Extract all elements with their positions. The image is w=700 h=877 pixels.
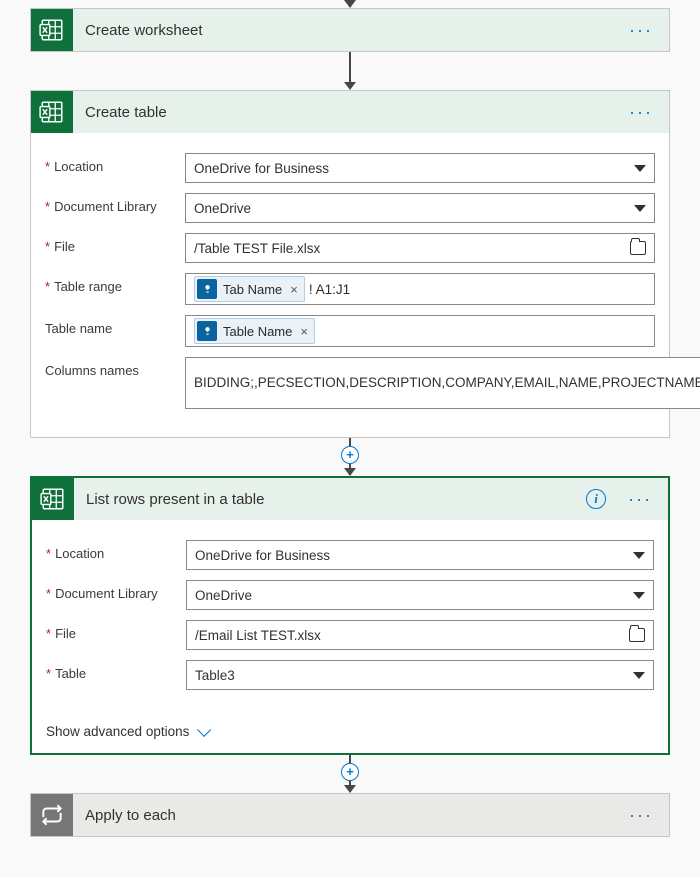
arrow-connector <box>30 0 670 8</box>
dynamic-content-icon <box>197 321 217 341</box>
show-advanced-toggle[interactable]: Show advanced options <box>32 718 221 753</box>
tablename-label: Table name <box>45 315 175 336</box>
token-remove[interactable]: × <box>288 282 298 297</box>
doclib-label: Document Library <box>45 193 175 214</box>
more-menu-button[interactable]: ··· <box>625 805 657 826</box>
chevron-down-icon <box>197 722 211 736</box>
more-menu-button[interactable]: ··· <box>624 489 656 510</box>
step-title: Create worksheet <box>85 22 613 39</box>
folder-icon[interactable] <box>630 241 646 255</box>
step-create-worksheet[interactable]: Create worksheet ··· <box>30 8 670 52</box>
file-picker[interactable]: /Email List TEST.xlsx <box>186 620 654 650</box>
location-dropdown[interactable]: OneDrive for Business <box>186 540 654 570</box>
location-label: Location <box>45 153 175 174</box>
dynamic-content-icon <box>197 279 217 299</box>
excel-icon <box>32 478 74 520</box>
arrow-connector <box>30 52 670 90</box>
range-label: Table range <box>45 273 175 294</box>
location-dropdown[interactable]: OneDrive for Business <box>185 153 655 183</box>
file-label: File <box>45 233 175 254</box>
doclib-dropdown[interactable]: OneDrive <box>185 193 655 223</box>
step-create-table[interactable]: Create table ··· Location OneDrive for B… <box>30 90 670 438</box>
doclib-label: Document Library <box>46 580 176 601</box>
range-suffix: ! A1:J1 <box>309 282 350 297</box>
columns-label: Columns names <box>45 357 175 378</box>
excel-icon <box>31 91 73 133</box>
table-dropdown[interactable]: Table3 <box>186 660 654 690</box>
info-icon[interactable]: i <box>586 489 606 509</box>
token-remove[interactable]: × <box>298 324 308 339</box>
more-menu-button[interactable]: ··· <box>625 20 657 41</box>
step-apply-to-each[interactable]: Apply to each ··· <box>30 793 670 837</box>
add-step-button[interactable]: + <box>341 763 359 781</box>
chevron-down-icon <box>634 165 646 172</box>
chevron-down-icon <box>633 552 645 559</box>
step-title: List rows present in a table <box>86 491 574 508</box>
loop-icon <box>31 794 73 836</box>
columns-input[interactable]: BIDDING;,PECSECTION,DESCRIPTION,COMPANY,… <box>185 357 700 409</box>
arrow-connector: + <box>30 755 670 793</box>
step-title: Create table <box>85 104 613 121</box>
dynamic-token-table-name[interactable]: Table Name × <box>194 318 315 344</box>
doclib-dropdown[interactable]: OneDrive <box>186 580 654 610</box>
step-list-rows[interactable]: List rows present in a table i ··· Locat… <box>30 476 670 755</box>
chevron-down-icon <box>633 592 645 599</box>
table-label: Table <box>46 660 176 681</box>
dynamic-token-tab-name[interactable]: Tab Name × <box>194 276 305 302</box>
range-input[interactable]: Tab Name × ! A1:J1 <box>185 273 655 305</box>
location-label: Location <box>46 540 176 561</box>
file-picker[interactable]: /Table TEST File.xlsx <box>185 233 655 263</box>
more-menu-button[interactable]: ··· <box>625 102 657 123</box>
arrow-connector: + <box>30 438 670 476</box>
tablename-input[interactable]: Table Name × <box>185 315 655 347</box>
excel-icon <box>31 9 73 51</box>
file-label: File <box>46 620 176 641</box>
step-title: Apply to each <box>85 807 613 824</box>
chevron-down-icon <box>634 205 646 212</box>
chevron-down-icon <box>633 672 645 679</box>
add-step-button[interactable]: + <box>341 446 359 464</box>
folder-icon[interactable] <box>629 628 645 642</box>
